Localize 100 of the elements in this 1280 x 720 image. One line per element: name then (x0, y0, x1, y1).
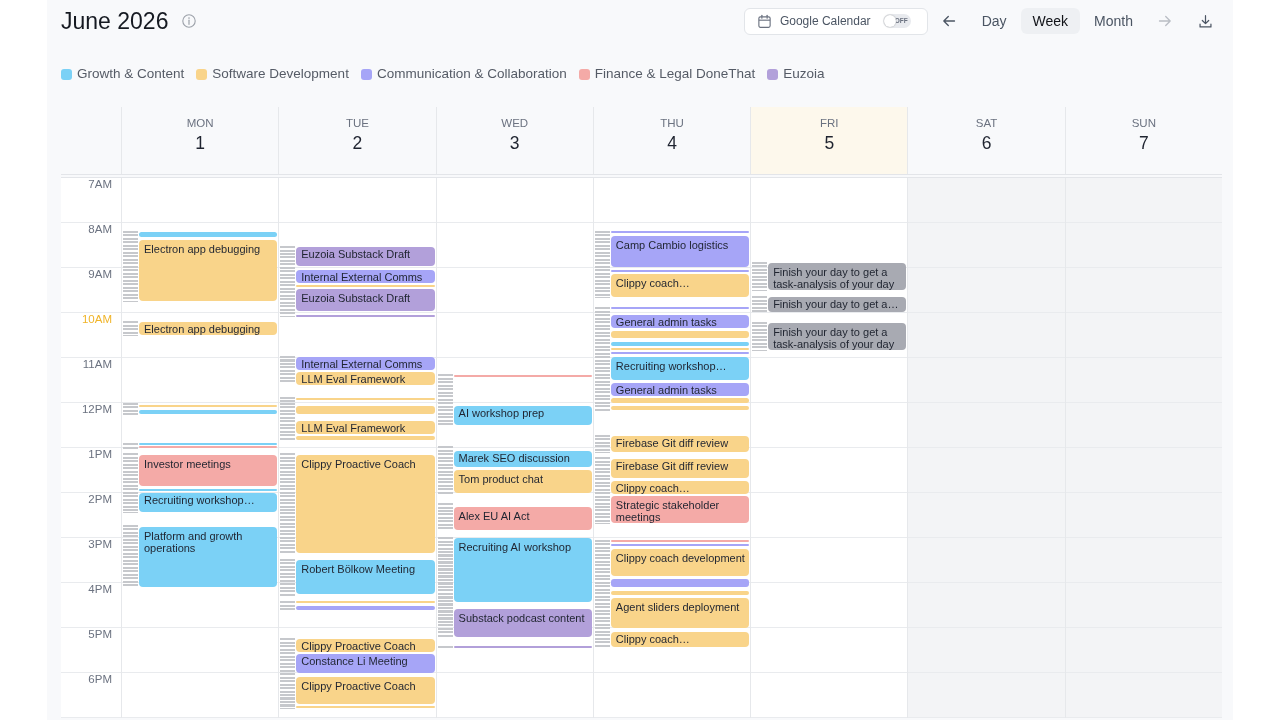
calendar-event[interactable]: Alex EU AI Act (453, 507, 592, 530)
weekday-label: TUE (344, 116, 370, 130)
event-bar[interactable] (610, 342, 750, 346)
event-bar[interactable] (610, 540, 750, 543)
calendar-event[interactable]: Clippy Proactive Coach (296, 454, 435, 553)
calendar-event[interactable]: Clippy coach… (610, 481, 750, 494)
calendar-event[interactable]: Firebase Git diff review (610, 459, 750, 478)
event-bar[interactable] (610, 348, 750, 351)
calendar-event[interactable]: Recruiting workshop… (610, 357, 750, 380)
info-icon[interactable] (182, 14, 197, 28)
calendar-event[interactable]: Clippy coach… (610, 274, 750, 298)
calendar-event[interactable]: Electron app debugging (139, 240, 278, 301)
calendar-event[interactable]: Finish your day to get a task-analysis of your day (768, 262, 907, 290)
date-label: 4 (666, 133, 678, 153)
calendar-event[interactable]: Investor meetings (139, 454, 278, 487)
calendar-event[interactable]: Clippy coach development (610, 549, 750, 577)
legend-label: Communication & Collaboration (376, 66, 567, 82)
view-tab[interactable]: Week (1020, 8, 1081, 34)
calendar-event[interactable]: Recruiting workshop… (139, 493, 278, 512)
calendar-event[interactable]: Robert Bölkow Meeting (296, 559, 435, 595)
activity-stripes (594, 457, 610, 524)
weekday-label: WED (500, 116, 530, 130)
calendar-event[interactable]: Constance Li Meeting (296, 654, 435, 673)
calendar-event[interactable]: Substack podcast content (453, 609, 592, 637)
activity-stripes (280, 559, 296, 596)
weekday-label: THU (659, 116, 685, 130)
event-bar[interactable] (296, 397, 435, 400)
activity-stripes (280, 637, 296, 709)
hour-label: 6PM (87, 673, 113, 685)
event-bar[interactable] (610, 331, 750, 338)
event-bar[interactable] (610, 270, 750, 273)
hour-label: 11AM (81, 358, 113, 370)
view-tab[interactable]: Day (969, 8, 1019, 34)
calendar-event[interactable]: Finish your day to get a… (768, 296, 907, 313)
date-label: 5 (823, 133, 836, 153)
event-bar[interactable] (296, 284, 435, 287)
event-bar[interactable] (296, 406, 435, 415)
arrow-left-icon[interactable] (941, 14, 956, 28)
calendar-event[interactable]: Recruiting AI workshop (453, 538, 592, 602)
legend-label: Growth & Content (77, 66, 185, 82)
weekday-label: SUN (1130, 116, 1157, 130)
event-bar[interactable] (139, 442, 278, 445)
date-label: 3 (508, 133, 521, 153)
calendar-event[interactable]: Clippy Proactive Coach (296, 676, 435, 704)
event-bar[interactable] (610, 397, 750, 403)
activity-stripes (437, 646, 453, 649)
event-bar[interactable] (610, 591, 750, 595)
calendar-event[interactable]: Internal External Comms (296, 270, 435, 284)
event-bar[interactable] (296, 436, 435, 440)
activity-stripes (123, 403, 138, 415)
date-label: 6 (980, 133, 993, 153)
hour-label: 3PM (87, 538, 113, 550)
event-bar[interactable] (610, 406, 750, 410)
hour-label: 9AM (87, 268, 113, 280)
event-bar[interactable] (139, 232, 278, 237)
calendar-event[interactable]: Clippy Proactive Coach (296, 639, 435, 653)
calendar-event[interactable]: Euzoia Substack Draft (296, 289, 435, 311)
calendar-event[interactable]: Electron app debugging (139, 322, 278, 335)
calendar-event[interactable]: Platform and growth operations (139, 526, 278, 587)
activity-stripes (123, 442, 138, 449)
weekday-label: SAT (974, 116, 999, 130)
view-tab[interactable]: Month (1082, 8, 1145, 34)
calendar-event[interactable]: Internal External Comms (296, 357, 435, 371)
calendar-event[interactable]: General admin tasks (610, 382, 750, 396)
calendar-event[interactable]: LLM Eval Framework (296, 372, 435, 386)
event-bar[interactable] (139, 409, 278, 415)
event-bar[interactable] (296, 314, 435, 317)
calendar-event[interactable]: Marek SEO discussion (453, 451, 592, 467)
event-bar[interactable] (139, 405, 278, 408)
event-bar[interactable] (139, 445, 278, 448)
legend-label: Finance & Legal DoneThat (594, 66, 756, 82)
date-label: 2 (351, 133, 364, 153)
calendar-event[interactable]: Finish your day to get a task-analysis of your day (768, 322, 907, 350)
weekday-label: FRI (819, 116, 840, 130)
calendar-event[interactable]: Tom product chat (453, 469, 592, 493)
activity-stripes (437, 502, 453, 532)
hour-label: 8AM (87, 223, 113, 235)
activity-stripes (437, 373, 453, 427)
event-bar[interactable] (610, 579, 750, 587)
calendar-event[interactable]: Firebase Git diff review (610, 436, 750, 452)
activity-stripes (123, 231, 138, 302)
calendar-event[interactable]: Strategic stakeholder meetings (610, 496, 750, 523)
event-bar[interactable] (453, 375, 592, 378)
hour-label: 12PM (80, 403, 113, 415)
calendar-event[interactable]: AI workshop prep (453, 406, 592, 425)
event-bar[interactable] (610, 231, 750, 234)
calendar-event[interactable]: Agent sliders deployment (610, 598, 750, 628)
event-bar[interactable] (139, 488, 278, 491)
event-bar[interactable] (296, 605, 435, 610)
calendar-event[interactable]: Clippy coach… (610, 631, 750, 647)
hour-label: 2PM (87, 493, 113, 505)
calendar-event[interactable]: Camp Cambio logistics (610, 235, 750, 268)
activity-stripes (752, 262, 768, 291)
calendar-event[interactable]: LLM Eval Framework (296, 421, 435, 434)
activity-stripes (437, 445, 453, 494)
download-icon[interactable] (1198, 13, 1213, 29)
calendar-event[interactable]: Euzoia Substack Draft (296, 247, 435, 266)
calendar-event[interactable]: General admin tasks (610, 315, 750, 329)
activity-stripes (123, 321, 138, 337)
calendar-icon (756, 13, 772, 29)
